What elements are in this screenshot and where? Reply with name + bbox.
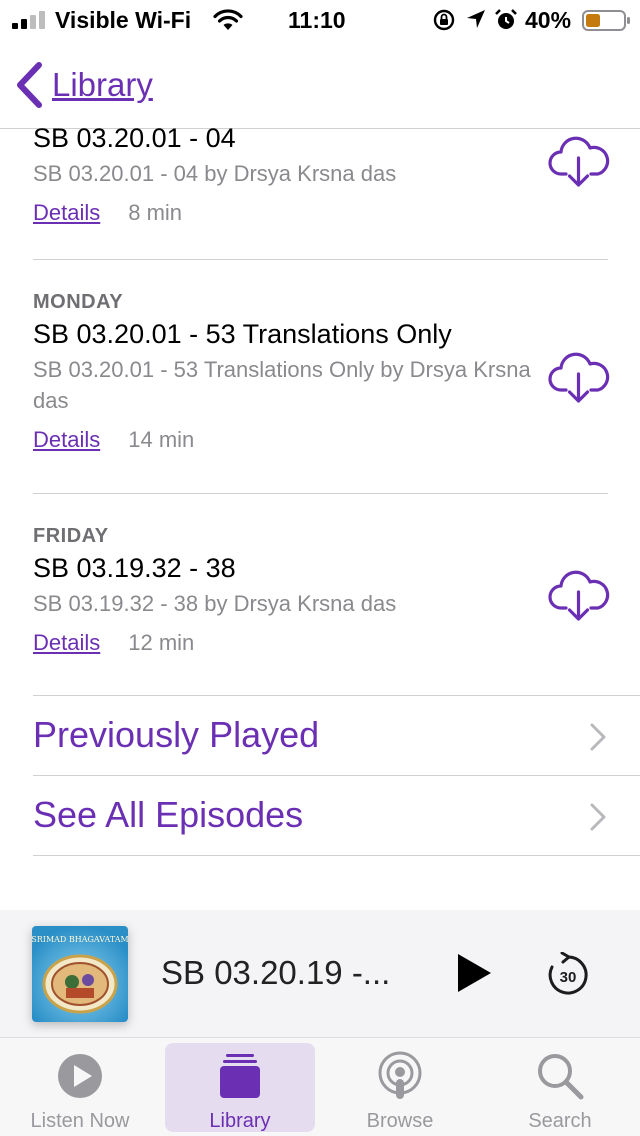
- row-label: See All Episodes: [33, 794, 304, 835]
- details-link[interactable]: Details: [33, 630, 100, 656]
- artwork-image: SRIMAD BHAGAVATAM: [32, 926, 128, 1022]
- tab-label: Listen Now: [30, 1110, 130, 1132]
- divider: [33, 855, 640, 856]
- wifi-icon: [213, 9, 243, 30]
- episode-duration: 8 min: [128, 200, 183, 225]
- play-circle-icon: [58, 1054, 102, 1098]
- tab-label: Library: [209, 1110, 271, 1132]
- cloud-download-icon[interactable]: [548, 352, 610, 404]
- tab-browse[interactable]: Browse: [325, 1038, 475, 1136]
- rotation-lock-icon: [433, 9, 455, 31]
- search-icon: [538, 1054, 584, 1100]
- artwork-text: SRIMAD BHAGAVATAM: [32, 935, 128, 944]
- cloud-download-icon[interactable]: [548, 570, 610, 622]
- row-label: Previously Played: [33, 714, 320, 755]
- carrier-name: Visible Wi-Fi: [55, 7, 192, 33]
- episode-duration: 14 min: [128, 427, 195, 452]
- skip-seconds: 30: [560, 969, 577, 986]
- episode-title: SB 03.20.01 - 53 Translations Only: [33, 319, 452, 349]
- tab-bar: Listen Now Library Browse Search: [0, 1037, 640, 1136]
- episode-description: SB 03.20.01 - 04 by Drsya Krsna das: [33, 161, 397, 186]
- back-label: Library: [52, 66, 153, 103]
- episode-item[interactable]: SB 03.20.01 - 04 SB 03.20.01 - 04 by Drs…: [33, 123, 608, 226]
- details-link[interactable]: Details: [33, 200, 100, 226]
- play-icon[interactable]: [456, 953, 492, 993]
- divider: [33, 259, 608, 260]
- tab-listen-now[interactable]: Listen Now: [5, 1038, 155, 1136]
- episode-meta: Details 8 min: [33, 200, 608, 226]
- tab-search[interactable]: Search: [485, 1038, 635, 1136]
- chevron-left-icon: [17, 62, 42, 108]
- episode-item[interactable]: MONDAY SB 03.20.01 - 53 Translations Onl…: [33, 291, 608, 453]
- episode-description: SB 03.19.32 - 38 by Drsya Krsna das: [33, 591, 397, 616]
- navigation-bar: Library: [0, 40, 640, 129]
- episode-meta: Details 14 min: [33, 427, 608, 453]
- skip-forward-30-icon[interactable]: 30: [545, 952, 591, 998]
- alarm-clock-icon: [495, 9, 517, 29]
- now-playing-title: SB 03.20.19 -...: [161, 954, 391, 991]
- see-all-episodes-row[interactable]: See All Episodes: [33, 776, 640, 856]
- episode-date: FRIDAY: [33, 525, 109, 547]
- episode-date: MONDAY: [33, 291, 124, 313]
- episode-title: SB 03.19.32 - 38: [33, 553, 236, 583]
- episode-meta: Details 12 min: [33, 630, 608, 656]
- battery-percent: 40%: [525, 7, 572, 33]
- episode-description: SB 03.20.01 - 53 Translations Only by Dr…: [33, 357, 531, 413]
- details-link[interactable]: Details: [33, 427, 100, 453]
- episode-title: SB 03.20.01 - 04: [33, 123, 236, 153]
- clock-time: 11:10: [288, 7, 346, 33]
- cellular-signal-icon: [12, 11, 45, 29]
- library-stack-icon: [220, 1054, 260, 1098]
- chevron-right-icon: [590, 723, 606, 751]
- mini-player[interactable]: SRIMAD BHAGAVATAM SB 03.20.19 -... 30: [0, 910, 640, 1037]
- back-button[interactable]: Library: [14, 60, 153, 110]
- podcast-icon: [378, 1051, 422, 1099]
- episode-item[interactable]: FRIDAY SB 03.19.32 - 38 SB 03.19.32 - 38…: [33, 525, 608, 656]
- tab-label: Browse: [366, 1110, 434, 1132]
- tab-label: Search: [528, 1110, 592, 1132]
- tab-library[interactable]: Library: [165, 1043, 315, 1132]
- chevron-right-icon: [590, 803, 606, 831]
- status-bar: Visible Wi-Fi 11:10 40%: [0, 0, 640, 40]
- podcast-artwork[interactable]: SRIMAD BHAGAVATAM: [32, 926, 128, 1022]
- location-arrow-icon: [467, 10, 485, 28]
- episode-duration: 12 min: [128, 630, 195, 655]
- previously-played-row[interactable]: Previously Played: [33, 696, 640, 776]
- divider: [33, 493, 608, 494]
- cloud-download-icon[interactable]: [548, 136, 610, 188]
- battery-icon: [582, 10, 630, 31]
